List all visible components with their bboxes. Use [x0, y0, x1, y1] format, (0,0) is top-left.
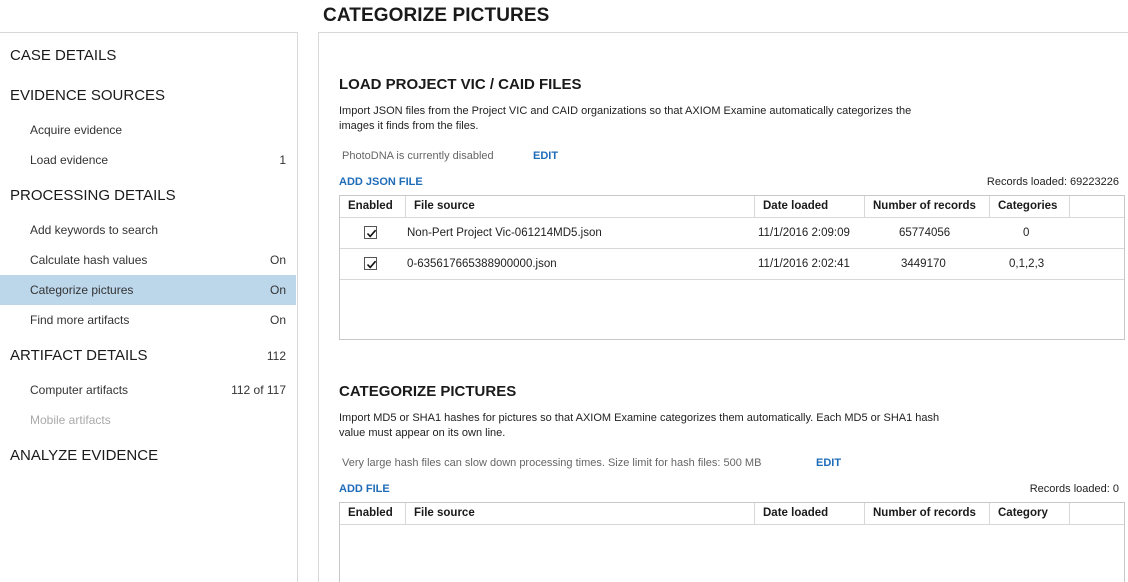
- nav-item-mobile-artifacts: Mobile artifacts: [0, 405, 296, 435]
- column-header-categories[interactable]: Categories: [990, 196, 1070, 218]
- nav-item-label: Categorize pictures: [30, 283, 134, 297]
- nav-header-count: 112: [266, 349, 286, 363]
- checkmark-icon: [366, 229, 377, 238]
- nav-item-label: Calculate hash values: [30, 253, 148, 267]
- table-header: Enabled File source Date loaded Number o…: [340, 196, 1124, 218]
- column-header-file-source[interactable]: File source: [406, 196, 755, 218]
- cell-date-loaded: 11/1/2016 2:02:41: [758, 258, 850, 270]
- nav-item-load-evidence[interactable]: Load evidence 1: [0, 145, 296, 175]
- checkmark-icon: [366, 260, 377, 269]
- add-file-link[interactable]: ADD FILE: [339, 483, 390, 495]
- table-header: Enabled File source Date loaded Number o…: [340, 503, 1124, 525]
- nav-item-label: Computer artifacts: [30, 383, 129, 397]
- nav-item-label: Mobile artifacts: [30, 413, 111, 427]
- vic-records-loaded: Records loaded: 69223226: [986, 176, 1119, 188]
- cell-categories: 0,1,2,3: [1009, 258, 1045, 270]
- nav-item-count: 112 of 117: [231, 383, 286, 397]
- vic-description: Import JSON files from the Project VIC a…: [339, 105, 912, 132]
- photodna-note: PhotoDNA is currently disabled: [342, 150, 494, 162]
- hashes-section-title: CATEGORIZE PICTURES: [339, 383, 517, 400]
- nav-item-label: Find more artifacts: [30, 313, 130, 327]
- hash-size-note: Very large hash files can slow down proc…: [342, 457, 762, 469]
- column-header-number-of-records[interactable]: Number of records: [865, 196, 990, 218]
- cell-categories: 0: [1023, 227, 1030, 239]
- nav-evidence-sources[interactable]: EVIDENCE SOURCES: [10, 87, 165, 104]
- nav-header-label: ARTIFACT DETAILS: [10, 347, 148, 364]
- nav-item-categorize-pictures[interactable]: Categorize pictures On: [0, 275, 296, 305]
- vic-section-title: LOAD PROJECT VIC / CAID FILES: [339, 76, 582, 93]
- nav-item-find-more[interactable]: Find more artifacts On: [0, 305, 296, 335]
- hashes-table: Enabled File source Date loaded Number o…: [339, 502, 1125, 582]
- column-header-file-source[interactable]: File source: [406, 503, 755, 525]
- column-header-category[interactable]: Category: [990, 503, 1070, 525]
- page-title: CATEGORIZE PICTURES: [323, 5, 550, 26]
- enabled-checkbox[interactable]: [364, 257, 377, 270]
- hashes-records-loaded: Records loaded: 0: [1029, 483, 1119, 495]
- photodna-edit-link[interactable]: EDIT: [533, 150, 558, 162]
- table-row[interactable]: 0-635617665388900000.json 11/1/2016 2:02…: [340, 249, 1124, 280]
- add-json-file-link[interactable]: ADD JSON FILE: [339, 176, 423, 188]
- nav-item-status: On: [269, 283, 286, 297]
- hash-size-edit-link[interactable]: EDIT: [816, 457, 841, 469]
- column-header-date-loaded[interactable]: Date loaded: [755, 196, 865, 218]
- column-header-enabled[interactable]: Enabled: [340, 196, 406, 218]
- nav-item-computer-artifacts[interactable]: Computer artifacts 112 of 117: [0, 375, 296, 405]
- nav-analyze-evidence[interactable]: ANALYZE EVIDENCE: [10, 447, 158, 464]
- nav-item-calculate-hash[interactable]: Calculate hash values On: [0, 245, 296, 275]
- vic-table: Enabled File source Date loaded Number o…: [339, 195, 1125, 340]
- enabled-checkbox[interactable]: [364, 226, 377, 239]
- cell-file-source: Non-Pert Project Vic-061214MD5.json: [407, 227, 602, 239]
- nav-item-status: On: [269, 253, 286, 267]
- nav-item-acquire-evidence[interactable]: Acquire evidence: [0, 115, 296, 145]
- nav-item-count: 1: [279, 153, 286, 167]
- nav-item-add-keywords[interactable]: Add keywords to search: [0, 215, 296, 245]
- table-row[interactable]: Non-Pert Project Vic-061214MD5.json 11/1…: [340, 218, 1124, 249]
- cell-number-of-records: 65774056: [899, 227, 951, 239]
- hashes-description: Import MD5 or SHA1 hashes for pictures s…: [339, 412, 940, 439]
- nav-item-label: Add keywords to search: [30, 223, 159, 237]
- cell-file-source: 0-635617665388900000.json: [407, 258, 557, 270]
- nav-processing-details[interactable]: PROCESSING DETAILS: [10, 187, 176, 204]
- cell-number-of-records: 3449170: [901, 258, 946, 270]
- cell-date-loaded: 11/1/2016 2:09:09: [758, 227, 850, 239]
- nav-case-details[interactable]: CASE DETAILS: [10, 47, 116, 64]
- column-header-enabled[interactable]: Enabled: [340, 503, 406, 525]
- nav-artifact-details[interactable]: ARTIFACT DETAILS 112: [10, 347, 286, 364]
- nav-item-status: On: [269, 313, 286, 327]
- column-header-number-of-records[interactable]: Number of records: [865, 503, 990, 525]
- nav-item-label: Load evidence: [30, 153, 109, 167]
- nav-item-label: Acquire evidence: [30, 123, 123, 137]
- column-header-date-loaded[interactable]: Date loaded: [755, 503, 865, 525]
